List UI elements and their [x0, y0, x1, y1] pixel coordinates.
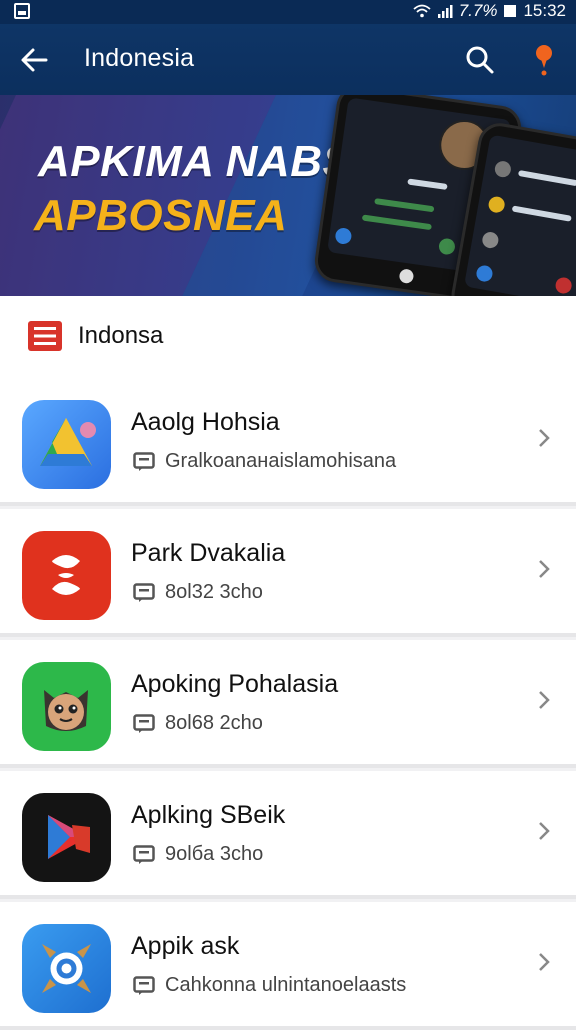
- battery-percent: 7.7%: [458, 1, 498, 20]
- message-icon: [133, 844, 155, 865]
- message-icon: [133, 713, 155, 734]
- clock: 15:32: [523, 1, 566, 20]
- section-header: Indonsa: [0, 296, 576, 380]
- status-bar: 7.7% 15:32: [0, 0, 576, 24]
- chevron-right-icon: [536, 819, 552, 843]
- app-subtitle: 8ol32 3cho: [133, 581, 263, 604]
- app-subtitle-text: 8ol68 2cho: [165, 712, 263, 734]
- status-right: 7.7% 15:32: [413, 1, 566, 21]
- app-subtitle-text: 8ol32 3cho: [165, 581, 263, 603]
- list-item[interactable]: Park Dvakalia 8ol32 3cho: [0, 509, 576, 637]
- battery-icon: [503, 4, 517, 18]
- chevron-right-icon: [536, 688, 552, 712]
- list-item[interactable]: Appik ask Cahkonna ulnintanoelaasts: [0, 902, 576, 1030]
- message-icon: [133, 975, 155, 996]
- owl-face-icon: [22, 662, 111, 751]
- search-icon[interactable]: [464, 44, 496, 76]
- red-swirl-icon: [22, 531, 111, 620]
- app-name: Park Dvakalia: [131, 539, 286, 567]
- app-subtitle: 9olбa 3cho: [133, 843, 263, 866]
- arrow-left-icon[interactable]: [18, 44, 52, 76]
- app-name: Aplking SBeik: [131, 801, 286, 829]
- app-subtitle: Cahkonna ulnintanoelaasts: [133, 974, 406, 997]
- chevron-right-icon: [536, 426, 552, 450]
- banner-subheadline: APBOSNEA: [34, 191, 288, 240]
- chevron-right-icon: [536, 950, 552, 974]
- chevron-right-icon: [536, 557, 552, 581]
- gallery-notification-icon: [14, 3, 30, 19]
- app-subtitle-text: Cahkonna ulnintanoelaasts: [165, 974, 407, 996]
- list-item[interactable]: Aplking SBeik 9olбa 3cho: [0, 771, 576, 899]
- notification-pin-icon[interactable]: [530, 42, 558, 78]
- app-subtitle: Gralkoanaнaislamohisana: [133, 450, 396, 473]
- app-subtitle-text: Gralkoanaнaislamohisana: [165, 450, 397, 472]
- app-bar: Indonesia: [0, 24, 576, 95]
- message-icon: [133, 582, 155, 603]
- signal-icon: [437, 4, 453, 18]
- app-name: Aaolg Hohsia: [131, 408, 280, 436]
- drive-triangle-icon: [22, 400, 111, 489]
- wifi-icon: [413, 4, 431, 18]
- app-name: Apoking Pohalasia: [131, 670, 339, 698]
- section-title: Indonsa: [78, 322, 164, 349]
- list-icon: [28, 321, 62, 351]
- play-triangle-icon: [22, 793, 111, 882]
- app-subtitle-text: 9olбa 3cho: [165, 843, 264, 865]
- target-arrows-icon: [22, 924, 111, 1013]
- message-icon: [133, 451, 155, 472]
- app-subtitle: 8ol68 2cho: [133, 712, 263, 735]
- promo-banner[interactable]: APKIMA NABSIA APBOSNEA: [0, 95, 576, 296]
- page-title: Indonesia: [84, 44, 195, 72]
- list-item[interactable]: Apoking Pohalasia 8ol68 2cho: [0, 640, 576, 768]
- app-name: Appik ask: [131, 932, 240, 960]
- list-item[interactable]: Aaolg Hohsia Gralkoanaнaislamohisana: [0, 378, 576, 506]
